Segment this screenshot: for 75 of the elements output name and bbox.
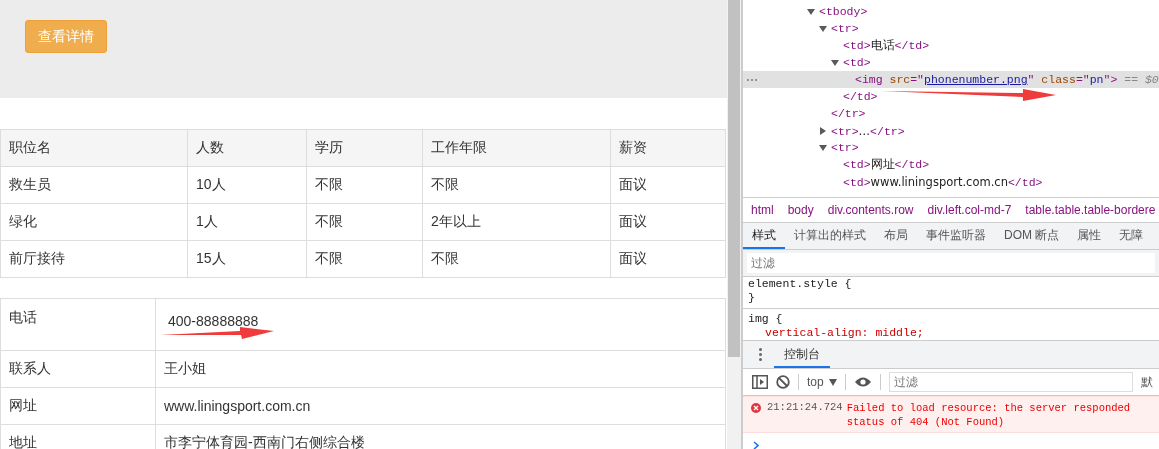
levels-dropdown[interactable]: 默: [1140, 373, 1153, 391]
dom-node-text: <img src="phonenumber.png" class="pn"> == $0: [855, 73, 1159, 86]
table-cell: 不限: [422, 240, 611, 278]
table-cell: 不限: [306, 240, 423, 278]
drawer-tab[interactable]: 控制台: [774, 341, 830, 368]
panel-tab[interactable]: 事件监听器: [917, 223, 995, 249]
table-cell: 地址: [0, 424, 156, 449]
context-select[interactable]: top: [807, 375, 837, 389]
dom-node-text: <tr>: [831, 141, 859, 154]
dom-node-text: <td>网址</td>: [843, 157, 930, 172]
table-cell: 网址: [0, 387, 156, 425]
table-cell: 2年以上: [422, 203, 611, 241]
scrollbar[interactable]: [727, 0, 743, 449]
block-icon[interactable]: [776, 375, 790, 389]
column-header: 学历: [306, 129, 423, 167]
triangle-icon[interactable]: [807, 7, 815, 16]
table-cell: 联系人: [0, 350, 156, 388]
filter-field[interactable]: 过滤: [747, 253, 1155, 273]
breadcrumb[interactable]: div.contents.row: [827, 203, 914, 217]
table-cell: 救生员: [0, 166, 188, 204]
table-cell: 不限: [422, 166, 611, 204]
breadcrumb[interactable]: table.table.table-bordere: [1025, 203, 1156, 217]
filter-field[interactable]: 过滤: [888, 372, 1133, 392]
table-cell: 王小姐: [155, 350, 726, 388]
triangle-icon[interactable]: [831, 58, 839, 67]
breadcrumb[interactable]: body: [787, 203, 814, 217]
triangle-icon[interactable]: [819, 24, 827, 33]
table-cell: 不限: [306, 203, 423, 241]
dom-node-text: <tbody>: [819, 5, 868, 18]
breadcrumb[interactable]: div.left.col-md-7: [927, 203, 1012, 217]
caret-icon: [828, 378, 837, 386]
dom-node-text: </tr>: [831, 107, 866, 120]
sidebar-icon[interactable]: [752, 375, 768, 389]
table-cell: 1人: [187, 203, 307, 241]
table-cell: 绿化: [0, 203, 188, 241]
column-header: 职位名: [0, 129, 188, 167]
panel-tab[interactable]: DOM 断点: [995, 223, 1069, 249]
table-cell: 面议: [610, 166, 726, 204]
style-line: }: [747, 291, 756, 305]
column-header: 工作年限: [422, 129, 611, 167]
style-line: vertical-align: middle;: [764, 326, 925, 340]
table-cell: 10人: [187, 166, 307, 204]
scrollbar-thumb[interactable]: [728, 0, 740, 357]
message-text: Failed to load resource: the server responded: [846, 401, 1131, 415]
triangle-icon[interactable]: [819, 126, 827, 135]
dom-node-text: <tr>: [831, 22, 859, 35]
column-header: 薪资: [610, 129, 726, 167]
panel-tab[interactable]: 属性: [1068, 223, 1111, 249]
style-line: element.style {: [747, 277, 853, 291]
message-text: status of 404 (Not Found): [846, 415, 1006, 429]
table-cell: 不限: [306, 166, 423, 204]
table-cell: 电话: [0, 298, 156, 351]
panel-tab[interactable]: 计算出的样式: [785, 223, 875, 249]
table-cell: 面议: [610, 240, 726, 278]
dom-node-text: <tr>…</tr>: [831, 123, 905, 138]
column-header: 人数: [187, 129, 307, 167]
dom-node-text: <td>www.liningsport.com.cn</td>: [843, 174, 1043, 189]
dom-node-text: <td>电话</td>: [843, 38, 930, 53]
timestamp: 21:21:24.724: [767, 401, 843, 413]
eye-icon[interactable]: [853, 376, 872, 388]
dom-node-text: </td>: [843, 90, 878, 103]
error-icon: [751, 403, 761, 413]
table-cell: www.liningsport.com.cn: [155, 387, 726, 425]
table-cell: 前厅接待: [0, 240, 188, 278]
dom-node-text: <td>: [843, 56, 871, 69]
table-cell: 面议: [610, 203, 726, 241]
prompt-icon[interactable]: [753, 441, 759, 449]
style-line: img {: [743, 308, 1159, 326]
panel-tab[interactable]: 无障: [1110, 223, 1153, 249]
triangle-icon[interactable]: [819, 143, 827, 152]
breadcrumb[interactable]: html: [751, 203, 774, 217]
panel-tab[interactable]: 布局: [875, 223, 917, 249]
table-cell: 400-88888888: [155, 298, 726, 351]
table-cell: 15人: [187, 240, 307, 278]
more-icon[interactable]: [759, 348, 762, 361]
